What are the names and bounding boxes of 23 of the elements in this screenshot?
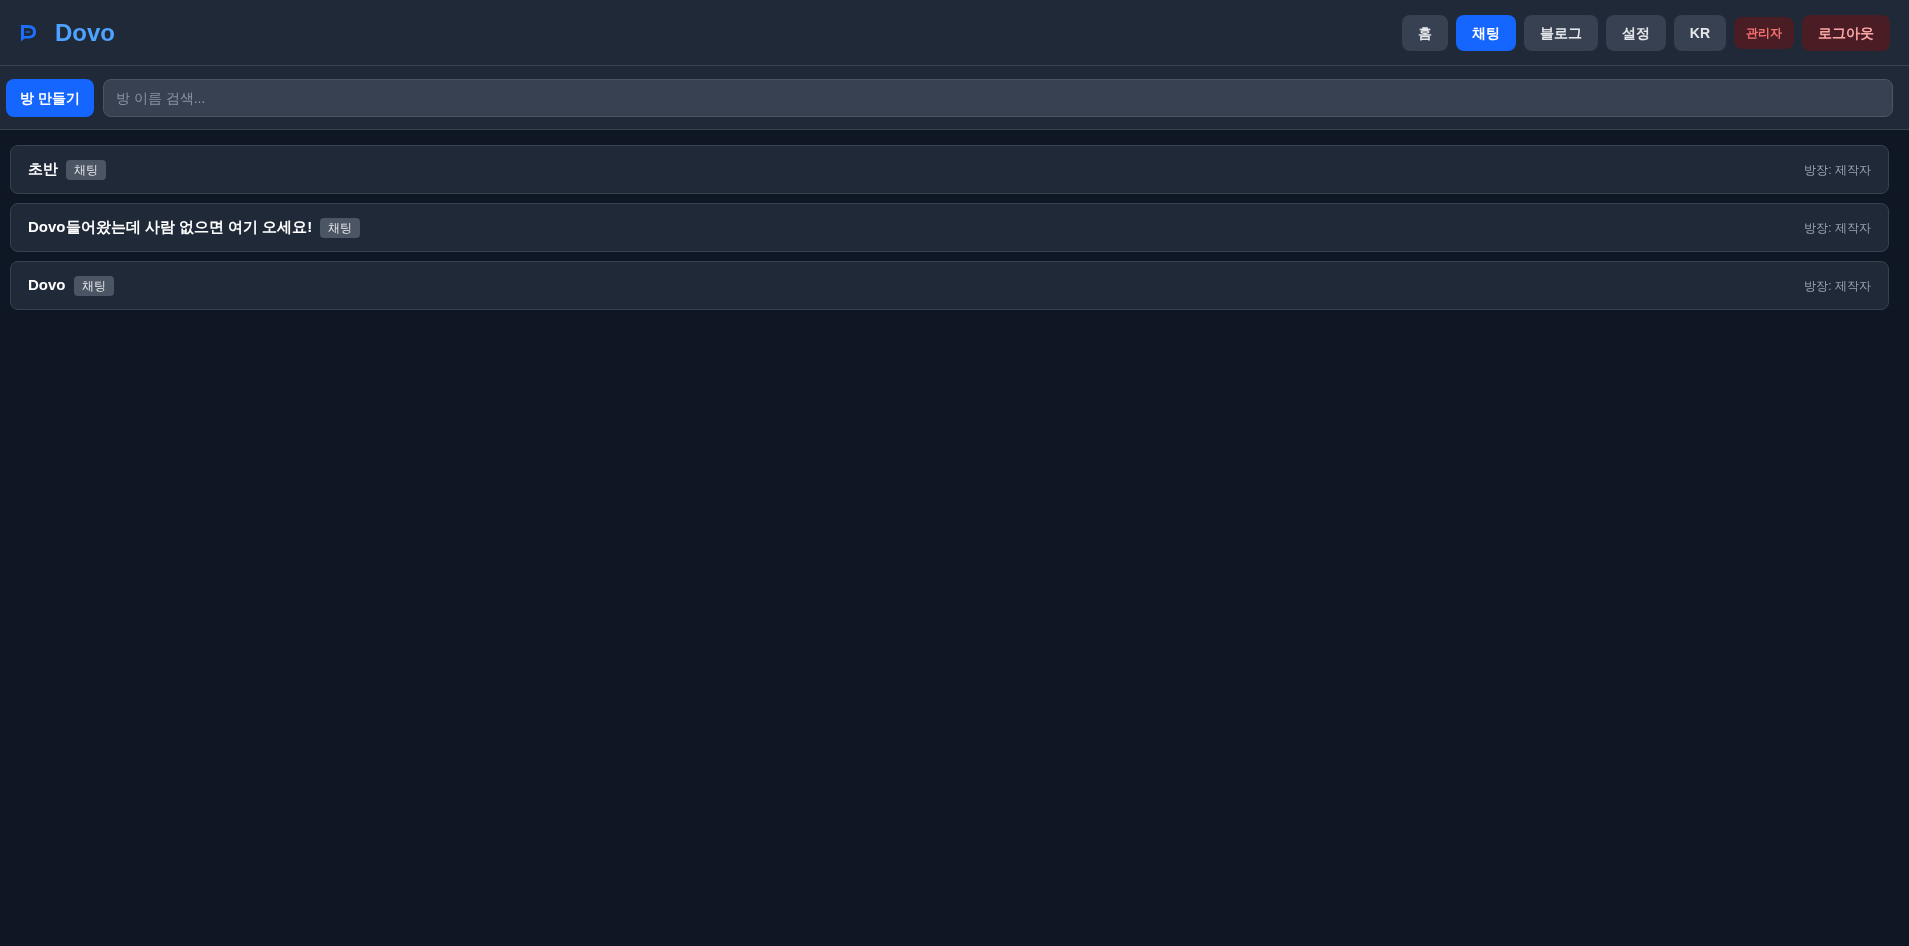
nav-button[interactable]: 관리자	[1734, 16, 1794, 49]
nav-button[interactable]: KR	[1673, 14, 1726, 51]
logo-text[interactable]: Dovo	[55, 14, 115, 51]
room-title: Dovo	[28, 275, 66, 296]
nav-button[interactable]: 로그아웃	[1802, 14, 1890, 51]
room-title: 초반	[28, 159, 58, 180]
room-row[interactable]: 초반 채팅 방장: 제작자	[10, 145, 1889, 194]
room-tag: 채팅	[73, 275, 114, 296]
nav-button[interactable]: 설정	[1605, 14, 1666, 51]
room-title: Dovo들어왔는데 사람 없으면 여기 오세요!	[28, 217, 313, 238]
room-owner: 방장: 제작자	[1804, 161, 1871, 178]
room-tag: 채팅	[66, 159, 106, 180]
room-row[interactable]: Dovo들어왔는데 사람 없으면 여기 오세요! 채팅 방장: 제작자	[10, 203, 1889, 252]
nav-button[interactable]: 채팅	[1455, 14, 1516, 51]
nav-button[interactable]: 홈	[1401, 14, 1448, 51]
room-owner: 방장: 제작자	[1804, 277, 1871, 294]
create-room-button[interactable]: 방 만들기	[6, 78, 94, 117]
logo-icon	[20, 23, 37, 42]
room-row[interactable]: Dovo 채팅 방장: 제작자	[10, 261, 1889, 310]
room-owner: 방장: 제작자	[1804, 219, 1871, 236]
search-field[interactable]: 방 이름 검색...	[102, 78, 1893, 117]
room-tag: 채팅	[320, 217, 361, 238]
nav-button[interactable]: 블로그	[1523, 14, 1598, 51]
